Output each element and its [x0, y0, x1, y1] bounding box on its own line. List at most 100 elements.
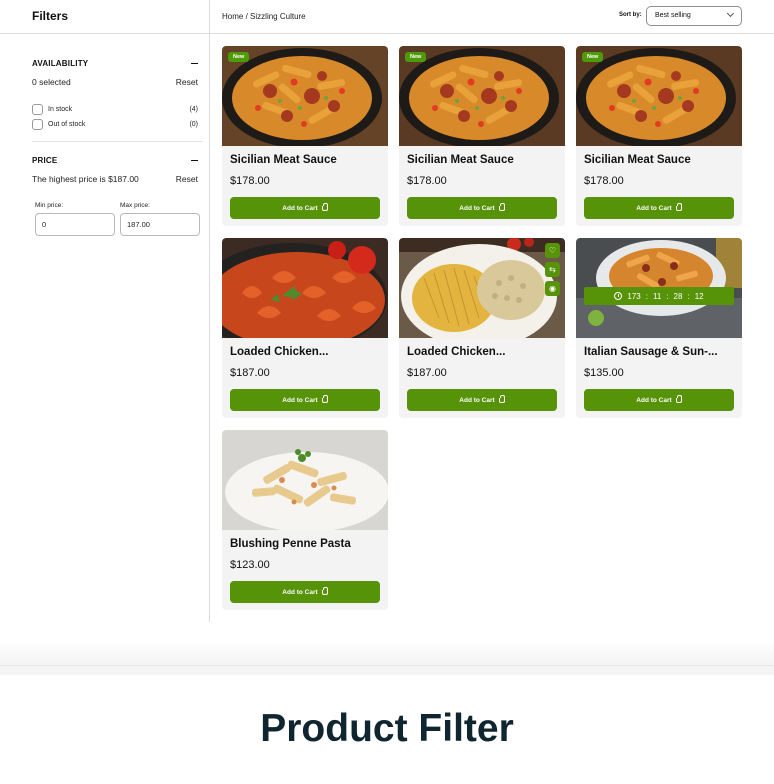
basket-icon	[498, 202, 505, 211]
product-card[interactable]: New Sicilian Meat Sauce $178.00 Add to C…	[576, 46, 742, 226]
countdown-minutes: 28	[673, 291, 683, 301]
availability-summary: 0 selected Reset	[32, 77, 198, 87]
in-stock-option[interactable]: In stock (4)	[32, 104, 198, 115]
countdown-seconds: 12	[694, 291, 704, 301]
add-to-cart-label: Add to Cart	[282, 588, 318, 596]
min-price-input[interactable]: 0	[35, 213, 115, 236]
heart-icon[interactable]: ♡	[545, 243, 560, 258]
product-price: $187.00	[407, 367, 447, 379]
product-price: $178.00	[407, 175, 447, 187]
add-to-cart-button[interactable]: Add to Cart	[230, 389, 380, 411]
product-price: $178.00	[584, 175, 624, 187]
out-of-stock-count: (0)	[189, 121, 198, 128]
product-title[interactable]: Italian Sausage & Sun-...	[584, 346, 736, 358]
min-price-label: Min price:	[35, 202, 64, 209]
product-image[interactable]: New	[576, 46, 742, 146]
product-title[interactable]: Sicilian Meat Sauce	[230, 154, 382, 166]
basket-icon	[675, 394, 682, 403]
product-image[interactable]	[222, 430, 388, 530]
sort-by-label: Sort by:	[619, 12, 642, 18]
product-card[interactable]: New Sicilian Meat Sauce $178.00 Add to C…	[222, 46, 388, 226]
caption-title: Product Filter	[260, 707, 514, 750]
breadcrumb-current: Sizzling Culture	[250, 12, 306, 21]
product-card[interactable]: Blushing Penne Pasta $123.00 Add to Cart	[222, 430, 388, 610]
quick-actions: ♡ ⇆ ◉	[545, 243, 560, 296]
add-to-cart-button[interactable]: Add to Cart	[584, 197, 734, 219]
sort-selected-value: Best selling	[655, 12, 691, 19]
add-to-cart-label: Add to Cart	[636, 396, 672, 404]
in-stock-checkbox[interactable]	[32, 104, 43, 115]
product-card[interactable]: Loaded Chicken... $187.00 Add to Cart	[222, 238, 388, 418]
countdown-timer: 173 : 11 : 28 : 12	[584, 287, 734, 305]
price-heading: PRICE	[32, 156, 58, 165]
product-card[interactable]: New Sicilian Meat Sauce $178.00 Add to C…	[399, 46, 565, 226]
availability-reset-link[interactable]: Reset	[176, 77, 198, 87]
add-to-cart-button[interactable]: Add to Cart	[407, 389, 557, 411]
filters-sidebar: Filters AVAILABILITY 0 selected Reset In…	[0, 0, 210, 622]
availability-heading: AVAILABILITY	[32, 59, 89, 68]
product-price: $178.00	[230, 175, 270, 187]
product-card[interactable]: ♡ ⇆ ◉ Loaded Chicken... $187.00 Add to C…	[399, 238, 565, 418]
product-image[interactable]: 173 : 11 : 28 : 12	[576, 238, 742, 338]
out-of-stock-checkbox[interactable]	[32, 119, 43, 130]
price-reset-link[interactable]: Reset	[176, 174, 198, 184]
product-price: $123.00	[230, 559, 270, 571]
product-title[interactable]: Loaded Chicken...	[230, 346, 382, 358]
clock-icon	[614, 292, 623, 300]
sidebar-divider	[32, 141, 203, 142]
add-to-cart-button[interactable]: Add to Cart	[407, 197, 557, 219]
product-title[interactable]: Sicilian Meat Sauce	[407, 154, 559, 166]
breadcrumb: Home / Sizzling Culture	[222, 12, 306, 21]
availability-selected-count: 0 selected	[32, 77, 71, 87]
chevron-down-icon	[726, 9, 735, 18]
add-to-cart-label: Add to Cart	[459, 204, 495, 212]
add-to-cart-button[interactable]: Add to Cart	[230, 197, 380, 219]
collapse-minus-icon[interactable]	[191, 159, 198, 162]
eye-icon[interactable]: ◉	[545, 281, 560, 296]
add-to-cart-label: Add to Cart	[282, 204, 318, 212]
new-badge: New	[228, 52, 250, 62]
product-price: $187.00	[230, 367, 270, 379]
countdown-separator: :	[687, 291, 690, 301]
basket-icon	[675, 202, 682, 211]
new-badge: New	[405, 52, 427, 62]
add-to-cart-label: Add to Cart	[636, 204, 672, 212]
highest-price-text: The highest price is $187.00	[32, 174, 139, 184]
sort-by-select[interactable]: Best selling	[646, 6, 742, 26]
product-title[interactable]: Blushing Penne Pasta	[230, 538, 382, 550]
in-stock-label: In stock	[48, 106, 73, 113]
header-divider	[0, 33, 774, 34]
max-price-input[interactable]: 187.00	[120, 213, 200, 236]
product-title[interactable]: Loaded Chicken...	[407, 346, 559, 358]
new-badge: New	[582, 52, 604, 62]
max-price-label: Max price:	[120, 202, 150, 209]
product-image[interactable]: New	[222, 46, 388, 146]
filters-title: Filters	[32, 9, 69, 23]
basket-icon	[321, 586, 328, 595]
add-to-cart-label: Add to Cart	[459, 396, 495, 404]
breadcrumb-home-link[interactable]: Home	[222, 12, 243, 21]
product-price: $135.00	[584, 367, 624, 379]
out-of-stock-option[interactable]: Out of stock (0)	[32, 119, 198, 130]
section-divider	[0, 665, 774, 675]
product-image[interactable]: ♡ ⇆ ◉	[399, 238, 565, 338]
availability-header[interactable]: AVAILABILITY	[32, 59, 198, 68]
breadcrumb-separator: /	[245, 12, 248, 21]
product-image[interactable]: New	[399, 46, 565, 146]
in-stock-count: (4)	[189, 106, 198, 113]
basket-icon	[498, 394, 505, 403]
collapse-minus-icon[interactable]	[191, 62, 198, 65]
countdown-hours: 11	[653, 291, 662, 301]
product-image[interactable]	[222, 238, 388, 338]
add-to-cart-button[interactable]: Add to Cart	[584, 389, 734, 411]
out-of-stock-label: Out of stock	[48, 121, 86, 128]
basket-icon	[321, 394, 328, 403]
countdown-days: 173	[627, 291, 641, 301]
compare-arrows-icon[interactable]: ⇆	[545, 262, 560, 277]
price-header[interactable]: PRICE	[32, 156, 198, 165]
add-to-cart-label: Add to Cart	[282, 396, 318, 404]
countdown-separator: :	[645, 291, 648, 301]
product-title[interactable]: Sicilian Meat Sauce	[584, 154, 736, 166]
product-card[interactable]: 173 : 11 : 28 : 12 Italian Sausage & Sun…	[576, 238, 742, 418]
add-to-cart-button[interactable]: Add to Cart	[230, 581, 380, 603]
